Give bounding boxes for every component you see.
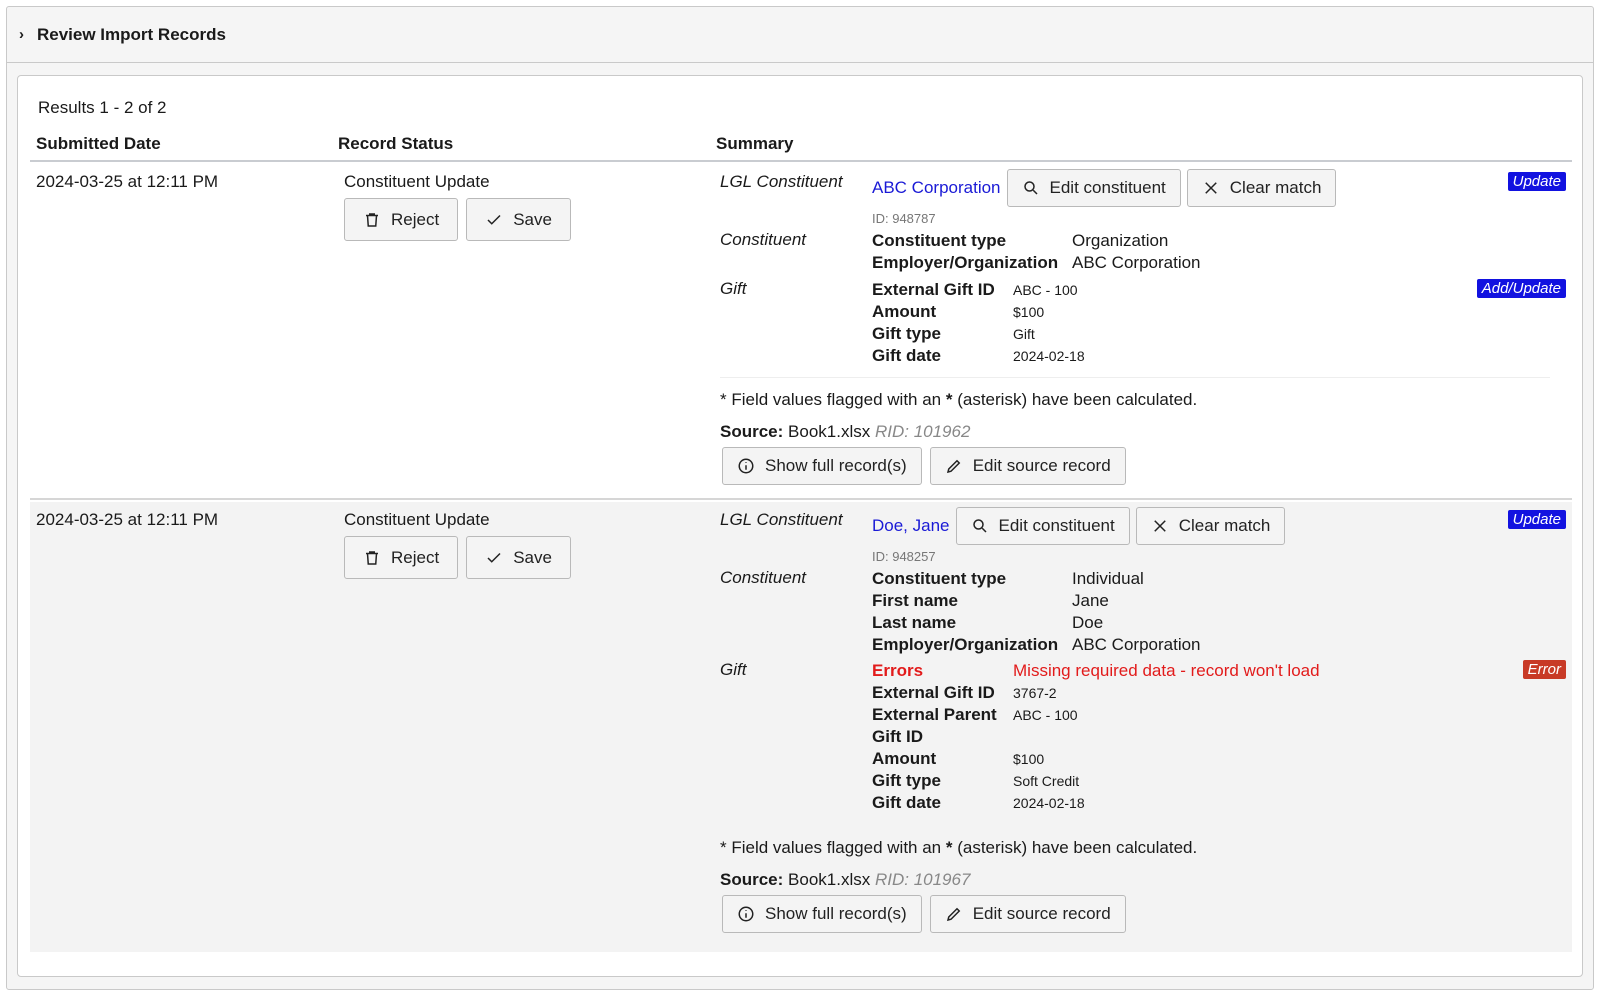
errors-label: Errors: [872, 661, 924, 680]
edit-source-record-button[interactable]: Edit source record: [929, 447, 1126, 485]
trash-icon: [366, 550, 378, 565]
pencil-icon: [946, 907, 961, 922]
reject-button[interactable]: Reject: [344, 198, 459, 241]
add-update-badge: Add/Update: [1476, 279, 1566, 298]
record-status: Constituent Update: [344, 510, 490, 529]
info-icon: [738, 906, 754, 922]
calculated-note: * Field values flagged with an * (asteri…: [720, 390, 1198, 409]
edit-source-record-button[interactable]: Edit source record: [929, 895, 1126, 933]
constituent-label: Constituent: [720, 230, 806, 249]
show-full-records-button[interactable]: Show full record(s): [722, 895, 922, 933]
check-icon: [487, 552, 501, 563]
save-button[interactable]: Save: [466, 198, 571, 241]
gift-fields: Errors Missing required data - record won…: [872, 661, 1320, 812]
calculated-note: * Field values flagged with an * (asteri…: [720, 838, 1198, 857]
constituent-link[interactable]: Doe, Jane: [872, 516, 950, 536]
column-record-status: Record Status: [338, 134, 454, 153]
update-badge: Update: [1507, 510, 1566, 529]
constituent-id: ID: 948787: [872, 211, 936, 226]
pencil-icon: [946, 459, 961, 474]
search-icon: [1023, 181, 1038, 195]
panel-title: Review Import Records: [37, 24, 226, 44]
lgl-constituent-label: LGL Constituent: [720, 172, 843, 191]
clear-match-button[interactable]: Clear match: [1186, 169, 1337, 207]
close-icon: [1204, 182, 1217, 194]
check-icon: [487, 214, 501, 225]
record-status: Constituent Update: [344, 172, 490, 191]
search-icon: [972, 519, 987, 533]
constituent-id: ID: 948257: [872, 549, 936, 564]
table-row: 2024-03-25 at 12:11 PM Constituent Updat…: [30, 502, 1572, 952]
constituent-link[interactable]: ABC Corporation: [872, 178, 1001, 198]
chevron-right-icon: ›: [19, 26, 24, 43]
table-header: Submitted Date Record Status Summary: [30, 134, 1572, 162]
edit-constituent-button[interactable]: Edit constituent: [955, 507, 1130, 545]
results-container: Results 1 - 2 of 2 Submitted Date Record…: [17, 75, 1583, 977]
info-icon: [738, 458, 754, 474]
source-line: Source: Book1.xlsx RID: 101962: [720, 422, 971, 441]
gift-label: Gift: [720, 660, 747, 679]
trash-icon: [366, 212, 378, 227]
reject-button[interactable]: Reject: [344, 536, 459, 579]
source-line: Source: Book1.xlsx RID: 101967: [720, 870, 971, 889]
submitted-date: 2024-03-25 at 12:11 PM: [36, 510, 219, 529]
constituent-label: Constituent: [720, 568, 806, 587]
close-icon: [1153, 520, 1166, 532]
error-message: Missing required data - record won't loa…: [1013, 661, 1320, 680]
show-full-records-button[interactable]: Show full record(s): [722, 447, 922, 485]
divider: [720, 377, 1550, 378]
results-count: Results 1 - 2 of 2: [38, 98, 167, 117]
lgl-constituent-label: LGL Constituent: [720, 510, 843, 529]
constituent-fields: Constituent type Organization Employer/Or…: [872, 231, 1201, 272]
save-button[interactable]: Save: [466, 536, 571, 579]
record-summary: LGL Constituent Doe, Jane Edit constitue…: [720, 502, 1572, 952]
record-summary: LGL Constituent ABC Corporation Edit con…: [720, 164, 1572, 498]
panel-header[interactable]: › Review Import Records: [7, 7, 1593, 63]
submitted-date: 2024-03-25 at 12:11 PM: [36, 172, 219, 191]
gift-label: Gift: [720, 279, 747, 298]
update-badge: Update: [1507, 172, 1566, 191]
column-submitted-date: Submitted Date: [36, 134, 161, 153]
error-badge: Error: [1522, 660, 1566, 679]
gift-fields: External Gift ID ABC - 100 Amount $100 Gif…: [872, 280, 1085, 365]
constituent-fields: Constituent type Individual First name Jan…: [872, 569, 1201, 654]
table-row: 2024-03-25 at 12:11 PM Constituent Updat…: [30, 164, 1572, 500]
column-summary: Summary: [716, 134, 794, 153]
clear-match-button[interactable]: Clear match: [1135, 507, 1286, 545]
review-import-panel: › Review Import Records Results 1 - 2 of…: [6, 6, 1594, 990]
edit-constituent-button[interactable]: Edit constituent: [1006, 169, 1181, 207]
